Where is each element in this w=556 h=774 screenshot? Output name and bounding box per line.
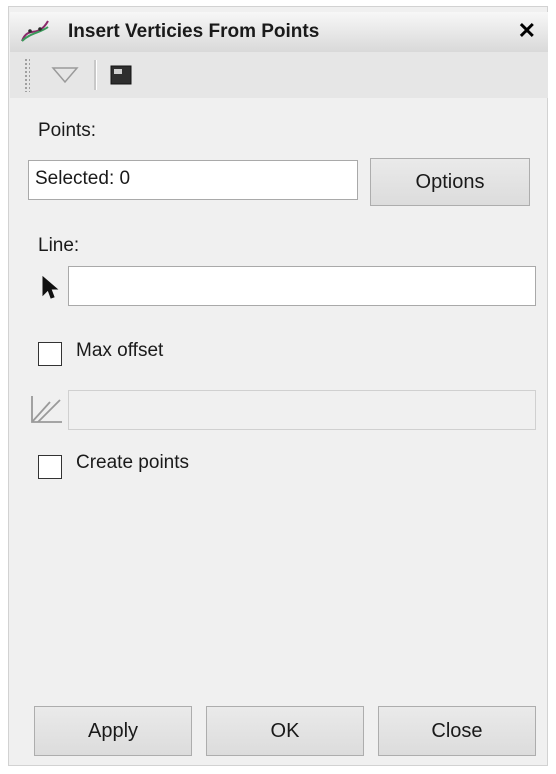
- triangle-down-icon[interactable]: [50, 64, 80, 86]
- points-label: Points:: [38, 120, 97, 141]
- line-input[interactable]: [68, 266, 536, 306]
- dialog-title: Insert Verticies From Points: [68, 21, 320, 42]
- create-points-checkbox[interactable]: [38, 455, 62, 479]
- max-offset-label: Max offset: [76, 340, 164, 361]
- line-label: Line:: [38, 235, 80, 256]
- apply-button[interactable]: Apply: [34, 706, 192, 756]
- points-selection-field[interactable]: Selected: 0: [28, 160, 358, 200]
- cursor-arrow-icon[interactable]: [40, 275, 60, 301]
- max-offset-checkbox[interactable]: [38, 342, 62, 366]
- toolbar: [10, 52, 548, 98]
- console-icon[interactable]: [110, 65, 132, 85]
- toolbar-grip[interactable]: [24, 58, 30, 92]
- close-button[interactable]: Close: [378, 706, 536, 756]
- create-points-label: Create points: [76, 452, 190, 473]
- title-bar[interactable]: Insert Verticies From Points ✕: [10, 12, 548, 52]
- close-icon[interactable]: ✕: [518, 18, 536, 44]
- angle-icon: [28, 394, 64, 424]
- ok-button[interactable]: OK: [206, 706, 364, 756]
- line-points-icon: [20, 19, 50, 43]
- options-button[interactable]: Options: [370, 158, 530, 206]
- max-offset-input[interactable]: [68, 390, 536, 430]
- toolbar-separator: [94, 60, 97, 90]
